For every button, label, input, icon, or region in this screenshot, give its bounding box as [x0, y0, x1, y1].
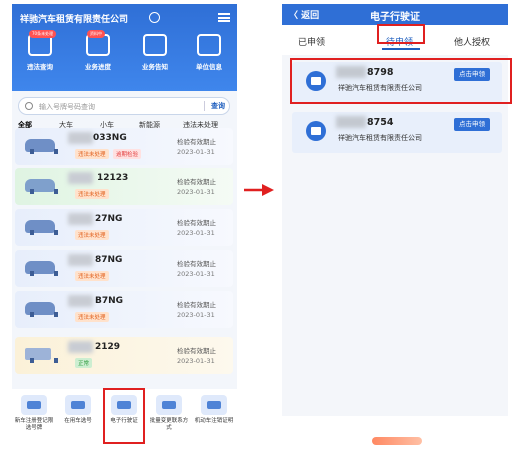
vehicle-card[interactable]: 27NG 违法未处理 检验有效期止 2023-01-31: [15, 209, 233, 246]
overdue-tag: 逾期检验: [113, 149, 142, 159]
service-label: 批量变更联系方式: [149, 418, 189, 431]
vehicle-card[interactable]: 2129 正常 检验有效期止 2023-01-31: [15, 337, 233, 374]
deregistration-icon: [201, 395, 227, 415]
vehicle-card[interactable]: 12123 违法未处理 检验有效期止 2023-01-31: [15, 168, 233, 205]
card-highlight-box: [290, 58, 512, 104]
batch-change-icon: [156, 395, 182, 415]
license-plate: 8754: [367, 117, 394, 128]
vehicle-plate: 12123: [97, 173, 129, 183]
quick-action-company-info[interactable]: 单位信息: [184, 34, 234, 71]
inspection-date: 2023-01-31: [177, 311, 215, 319]
vehicle-plate: 2129: [95, 342, 121, 352]
inspection-date: 2023-01-31: [177, 148, 215, 156]
quick-action-label: 单位信息: [196, 63, 222, 71]
masked-plate: [68, 132, 93, 144]
violation-tag: 违法未处理: [75, 271, 109, 281]
vehicle-plate: B7NG: [95, 296, 124, 306]
car-icon: [25, 220, 58, 235]
search-button[interactable]: 查询: [204, 101, 225, 111]
inspection-status: 检验有效期止: [177, 138, 216, 146]
search-icon: [25, 102, 33, 110]
masked-plate: [68, 213, 93, 225]
license-company: 祥驰汽车租赁有限责任公司: [338, 134, 422, 142]
inspection-date: 2023-01-31: [177, 270, 215, 278]
notice-icon: [143, 34, 167, 56]
inspection-date: 2023-01-31: [177, 229, 215, 237]
quick-action-notice[interactable]: 业务告知: [130, 34, 180, 71]
service-label: 机动车注销证明: [194, 418, 234, 424]
service-deregistration[interactable]: 机动车注销证明: [194, 395, 234, 425]
quick-action-badge: 资料中: [87, 30, 105, 38]
tab-authorized[interactable]: 他人授权: [454, 35, 490, 48]
quick-action-label: 业务告知: [142, 63, 168, 71]
inspection-status: 检验有效期止: [177, 178, 216, 186]
e-license-highlight-box: [103, 388, 145, 444]
vehicle-plate: 87NG: [95, 255, 123, 265]
vehicle-card[interactable]: B7NG 违法未处理 检验有效期止 2023-01-31: [15, 291, 233, 328]
normal-tag: 正常: [75, 358, 93, 368]
right-header: 电子行驶证 〈 返回: [282, 4, 508, 25]
plate-select-icon: [21, 395, 47, 415]
inspection-status: 检验有效期止: [177, 301, 216, 309]
violation-tag: 违法未处理: [75, 230, 109, 240]
apply-button[interactable]: 点击申领: [454, 118, 490, 131]
car-icon: [25, 261, 58, 276]
vehicle-plate: 27NG: [95, 214, 123, 224]
violation-tag: 违法未处理: [75, 312, 109, 322]
company-info-icon: [197, 34, 221, 56]
tab-applied[interactable]: 已申领: [298, 35, 325, 48]
violation-tag: 违法未处理: [75, 189, 109, 199]
back-button[interactable]: 〈 返回: [289, 8, 319, 21]
service-new-registration[interactable]: 新车注册登记限选号牌: [14, 395, 54, 432]
plate-search-bar[interactable]: 输入号牌号码查询 查询: [18, 97, 230, 115]
floating-action-button[interactable]: [372, 437, 422, 445]
vehicle-card[interactable]: 033NG 违法未处理 逾期检验 检验有效期止 2023-01-31: [15, 128, 233, 165]
car-icon: [25, 179, 58, 194]
car-icon: [25, 139, 58, 154]
service-label: 新车注册登记限选号牌: [14, 418, 54, 431]
swap-icon[interactable]: [149, 12, 160, 23]
vehicle-card[interactable]: 87NG 违法未处理 检验有效期止 2023-01-31: [15, 250, 233, 287]
truck-icon: [25, 348, 58, 363]
quick-action-progress[interactable]: 资料中 业务进度: [73, 30, 123, 71]
masked-plate: [68, 172, 93, 184]
quick-action-label: 业务进度: [85, 63, 111, 71]
company-title: 祥驰汽车租赁有限责任公司: [20, 15, 129, 25]
pending-license-card[interactable]: 8754 祥驰汽车租赁有限责任公司 点击申领: [292, 112, 502, 153]
service-in-use-plate[interactable]: 在用车选号: [58, 395, 98, 425]
quick-action-badge: 70条未处理: [29, 30, 57, 38]
service-label: 在用车选号: [64, 418, 92, 424]
vehicle-plate: 033NG: [93, 133, 127, 143]
inspection-status: 检验有效期止: [177, 260, 216, 268]
inspection-date: 2023-01-31: [177, 188, 215, 196]
arrow-right-icon: [244, 184, 274, 196]
left-screen: 祥驰汽车租赁有限责任公司 70条未处理 违法查询 资料中 业务进度 业务告知 单…: [12, 4, 237, 449]
inspection-date: 2023-01-31: [177, 357, 215, 365]
inspection-status: 检验有效期止: [177, 347, 216, 355]
masked-plate: [68, 341, 93, 353]
license-icon: [306, 121, 326, 141]
masked-plate: [68, 254, 93, 266]
inspection-status: 检验有效期止: [177, 219, 216, 227]
plate-icon: [65, 395, 91, 415]
masked-plate: [68, 295, 93, 307]
menu-icon[interactable]: [218, 13, 230, 22]
pending-tab-highlight-box: [377, 24, 425, 44]
car-icon: [25, 302, 58, 317]
active-tab-indicator: [382, 48, 420, 50]
left-header: 祥驰汽车租赁有限责任公司 70条未处理 违法查询 资料中 业务进度 业务告知 单…: [12, 4, 237, 91]
masked-plate: [336, 116, 366, 128]
search-placeholder: 输入号牌号码查询: [39, 103, 95, 111]
quick-action-violation[interactable]: 70条未处理 违法查询: [15, 30, 65, 71]
violation-tag: 违法未处理: [75, 149, 109, 159]
quick-action-label: 违法查询: [27, 63, 53, 71]
service-batch-contact[interactable]: 批量变更联系方式: [149, 395, 189, 432]
